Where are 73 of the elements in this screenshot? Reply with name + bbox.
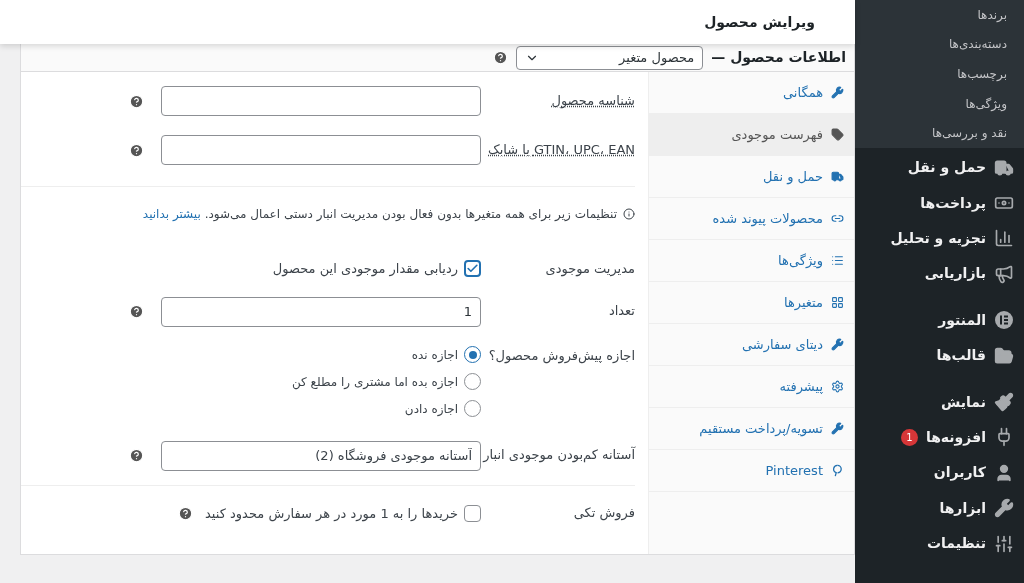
sliders-icon	[994, 533, 1014, 554]
elementor-icon	[994, 310, 1014, 331]
menu-item[interactable]: کاربران	[855, 455, 1024, 491]
list-icon	[831, 254, 844, 267]
help-icon[interactable]	[129, 93, 144, 109]
checkbox[interactable]	[464, 504, 481, 522]
help-icon[interactable]	[178, 505, 194, 521]
product-tab[interactable]: متغیرها	[649, 282, 854, 324]
product-type-select[interactable]: محصول متغیر	[516, 45, 704, 70]
radio-label: اجازه بده اما مشتری را مطلع کن	[291, 373, 458, 391]
field-label: آستانه کم‌بودن موجودی انبار	[481, 447, 635, 464]
submenu-item[interactable]: نقد و بررسی‌ها	[855, 118, 1024, 148]
menu-item[interactable]: نمایش	[855, 384, 1024, 420]
field-label: شناسه محصول	[550, 92, 635, 110]
product-tab[interactable]: پیشرفته	[649, 366, 854, 408]
page-title: ویرایش محصول	[704, 12, 815, 33]
learn-more-link[interactable]: بیشتر بدانید	[142, 207, 201, 221]
tag-icon	[831, 128, 844, 141]
help-icon[interactable]	[129, 304, 144, 319]
field-label: GTIN، UPC، EAN یا شابک	[487, 141, 635, 159]
menu-item[interactable]: قالب‌ها	[855, 337, 1024, 374]
input-field[interactable]	[161, 135, 481, 165]
wrench-icon	[994, 498, 1014, 519]
field-label: مدیریت موجودی	[544, 260, 635, 277]
help-icon[interactable]	[493, 50, 509, 65]
menu-item[interactable]: المنتور	[855, 302, 1024, 338]
menu-item[interactable]: پرداخت‌ها	[855, 185, 1024, 221]
field-label: اجازه پیش‌فروش محصول؟	[487, 346, 635, 366]
checkbox-label: خریدها را به 1 مورد در هر سفارش محدود کنید	[205, 504, 458, 523]
info-icon	[623, 208, 635, 220]
menu-item[interactable]: بازاریابی	[855, 256, 1024, 292]
menu-item[interactable]: حمل و نقل	[855, 149, 1024, 186]
submenu-item[interactable]: برندها	[855, 0, 1024, 30]
checkbox[interactable]	[464, 260, 481, 278]
help-icon[interactable]	[129, 142, 144, 158]
panel-heading: اطلاعات محصول —	[711, 48, 846, 68]
product-tab[interactable]: Pinterest	[649, 450, 854, 492]
wrench-icon	[831, 338, 844, 351]
wrench-icon	[831, 422, 844, 435]
submenu-item[interactable]: برچسب‌ها	[855, 59, 1024, 89]
submenu-item[interactable]: دسته‌بندی‌ها	[855, 29, 1024, 60]
submenu-item[interactable]: ویژگی‌ها	[855, 88, 1024, 119]
product-tab[interactable]: فهرست موجودی	[649, 114, 854, 156]
menu-item[interactable]: ابزارها	[855, 490, 1024, 526]
field-label: تعداد	[607, 303, 635, 320]
count-badge: 1	[900, 428, 918, 446]
radio-label: اجازه نده	[411, 346, 458, 364]
settings-icon	[831, 380, 844, 393]
product-tab[interactable]: ویژگی‌ها	[649, 240, 854, 282]
quantity-field[interactable]: 1	[161, 296, 481, 327]
bar-chart-icon	[994, 228, 1014, 249]
radio-label: اجازه دادن	[404, 400, 458, 418]
product-tab[interactable]: محصولات پیوند شده	[649, 198, 854, 240]
paintbrush-icon	[994, 392, 1014, 412]
input-field[interactable]	[161, 86, 481, 116]
menu-item[interactable]: تنظیمات	[855, 525, 1024, 562]
input-field[interactable]: آستانه موجودی فروشگاه (2)	[161, 440, 481, 471]
checkbox-label: ردیابی مقدار موجودی این محصول	[272, 260, 458, 279]
link-icon	[831, 212, 844, 225]
menu-item[interactable]: تجزیه و تحلیل	[855, 220, 1024, 257]
megaphone-icon	[994, 263, 1014, 284]
field-label: فروش تکی	[572, 505, 635, 522]
pin-icon	[831, 464, 844, 477]
wrench-icon	[831, 86, 844, 99]
folder-icon	[994, 345, 1014, 366]
notice-text: تنظیمات زیر برای همه متغیرها بدون فعال بودن مدیریت انبار دستی اعمال می‌شود. بیشتر بدانید	[142, 206, 617, 223]
product-tab[interactable]: حمل و نقل	[649, 156, 854, 198]
user-icon	[994, 462, 1014, 483]
help-icon[interactable]	[129, 448, 144, 463]
product-tab[interactable]: تسویه/پرداخت مستقیم	[649, 408, 854, 450]
truck-icon	[831, 170, 844, 183]
product-tab[interactable]: دیتای سفارشی	[649, 324, 854, 366]
grid-icon	[831, 296, 844, 309]
